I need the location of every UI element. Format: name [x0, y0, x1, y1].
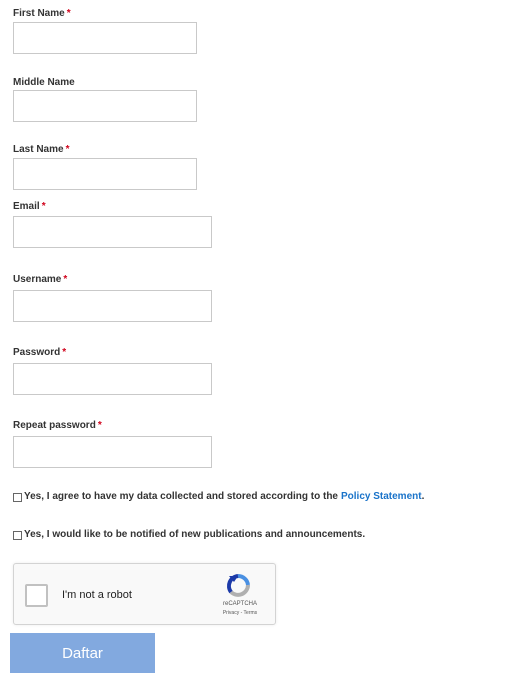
username-input[interactable] — [13, 290, 212, 322]
email-input[interactable] — [13, 216, 212, 248]
register-button[interactable]: Daftar — [10, 633, 155, 673]
required-marker: * — [41, 201, 46, 212]
recaptcha-logo-icon — [226, 573, 250, 597]
notify-consent-text: Yes, I would like to be notified of new … — [24, 529, 366, 540]
recaptcha-widget: I'm not a robot reCAPTCHA Privacy - Term… — [13, 563, 276, 625]
repeat-password-label-text: Repeat password — [13, 420, 96, 431]
notify-consent: Yes, I would like to be notified of new … — [13, 529, 365, 541]
middle-name-label: Middle Name — [13, 77, 75, 89]
middle-name-input[interactable] — [13, 90, 197, 122]
privacy-consent-checkbox[interactable] — [13, 492, 22, 502]
username-label-text: Username — [13, 274, 62, 285]
last-name-label: Last Name * — [13, 144, 69, 156]
password-label-text: Password — [13, 347, 61, 358]
required-marker: * — [66, 8, 71, 19]
password-input[interactable] — [13, 363, 212, 395]
privacy-consent-suffix: . — [421, 491, 425, 502]
privacy-consent-text: Yes, I agree to have my data collected a… — [24, 491, 338, 502]
recaptcha-label: I'm not a robot — [62, 589, 132, 601]
recaptcha-privacy-terms[interactable]: Privacy - Terms — [210, 610, 270, 616]
first-name-label-text: First Name — [13, 8, 65, 19]
required-marker: * — [97, 420, 102, 431]
privacy-consent: Yes, I agree to have my data collected a… — [13, 491, 424, 503]
recaptcha-brand: reCAPTCHA — [222, 601, 257, 607]
first-name-label: First Name * — [13, 8, 71, 20]
repeat-password-label: Repeat password * — [13, 420, 102, 432]
middle-name-label-text: Middle Name — [13, 77, 75, 88]
first-name-input[interactable] — [13, 22, 197, 54]
last-name-label-text: Last Name — [13, 144, 64, 155]
required-marker: * — [65, 144, 70, 155]
recaptcha-checkbox[interactable] — [25, 584, 48, 607]
policy-statement-link[interactable]: Policy Statement — [341, 491, 422, 503]
repeat-password-input[interactable] — [13, 436, 212, 468]
password-label: Password * — [13, 347, 66, 359]
username-label: Username * — [13, 274, 67, 286]
email-label-text: Email — [13, 201, 40, 212]
required-marker: * — [62, 347, 67, 358]
notify-consent-checkbox[interactable] — [13, 530, 22, 540]
required-marker: * — [63, 274, 68, 285]
email-label: Email * — [13, 201, 46, 213]
last-name-input[interactable] — [13, 158, 197, 190]
